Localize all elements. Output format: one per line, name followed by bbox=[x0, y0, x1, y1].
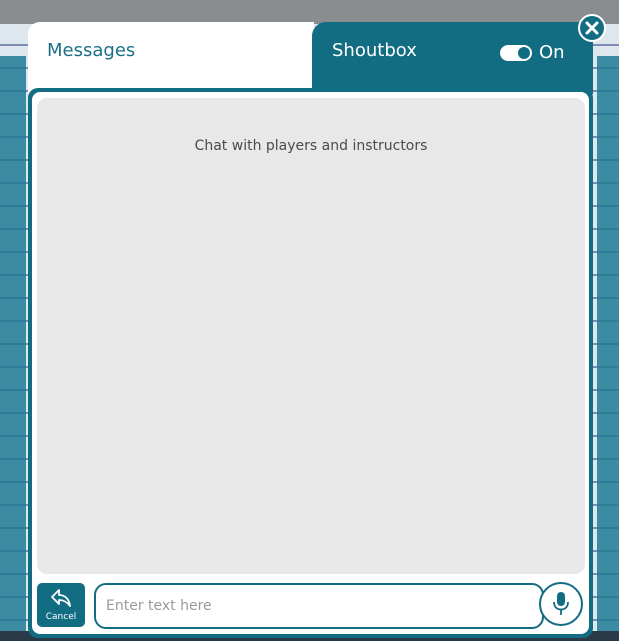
cancel-label: Cancel bbox=[45, 612, 77, 622]
close-icon bbox=[585, 21, 599, 35]
toggle-track bbox=[500, 44, 532, 61]
chat-panel-inner: Chat with players and instructors Cancel bbox=[32, 92, 589, 634]
background-left-strip bbox=[0, 56, 26, 641]
close-button[interactable] bbox=[578, 14, 606, 42]
background-right-strip bbox=[597, 56, 619, 641]
message-input[interactable] bbox=[94, 583, 544, 629]
tab-shoutbox[interactable]: Shoutbox On bbox=[312, 22, 593, 94]
cancel-button[interactable]: Cancel bbox=[37, 583, 85, 627]
microphone-button[interactable] bbox=[539, 582, 583, 626]
tab-messages[interactable]: Messages bbox=[28, 22, 314, 94]
microphone-icon bbox=[553, 592, 569, 615]
reply-arrow-icon bbox=[51, 589, 71, 607]
tab-shoutbox-label: Shoutbox bbox=[332, 40, 417, 61]
tab-messages-label: Messages bbox=[47, 40, 136, 61]
toggle-knob bbox=[518, 46, 530, 59]
message-list[interactable]: Chat with players and instructors bbox=[37, 98, 585, 574]
chat-window: Messages Shoutbox On Chat with players a… bbox=[28, 22, 593, 638]
shoutbox-toggle[interactable]: On bbox=[500, 42, 565, 63]
toggle-state-label: On bbox=[539, 42, 565, 63]
background-top-bar bbox=[0, 0, 619, 24]
chat-panel: Chat with players and instructors Cancel bbox=[28, 88, 593, 638]
empty-hint: Chat with players and instructors bbox=[194, 138, 428, 154]
